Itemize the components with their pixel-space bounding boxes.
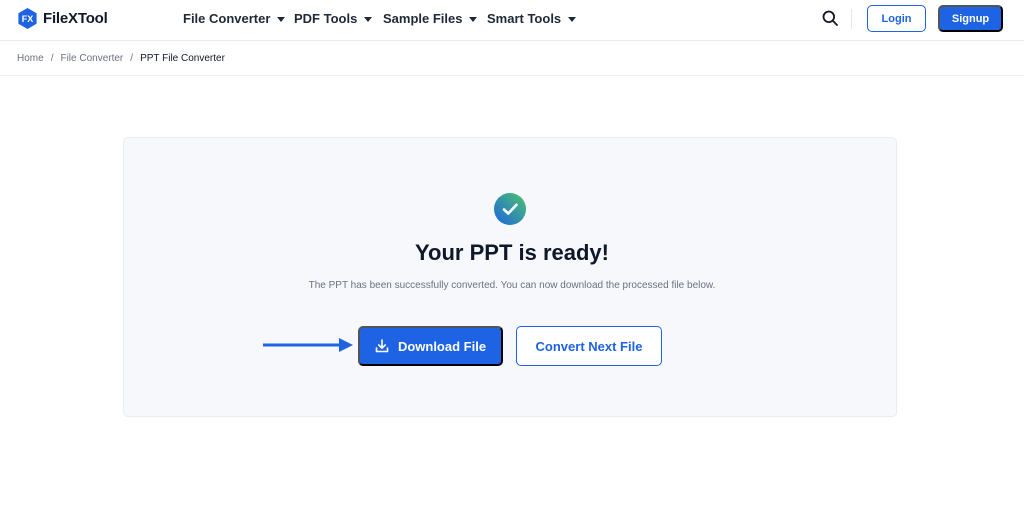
nav-label: File Converter: [183, 11, 271, 26]
breadcrumb-divider: [0, 75, 1024, 76]
nav-sample-files[interactable]: Sample Files: [383, 11, 478, 26]
logo[interactable]: FX FileXTool: [17, 8, 108, 29]
result-subtitle: The PPT has been successfully converted.…: [308, 280, 716, 291]
signup-button[interactable]: Signup: [938, 5, 1003, 32]
breadcrumb-separator: /: [50, 53, 54, 64]
login-button[interactable]: Login: [867, 5, 926, 32]
caret-down-icon: [364, 16, 373, 22]
breadcrumb-file-converter[interactable]: File Converter: [60, 53, 123, 64]
result-title: Your PPT is ready!: [415, 240, 609, 265]
caret-down-icon: [568, 16, 577, 22]
svg-text:FX: FX: [22, 14, 34, 24]
breadcrumb-current: PPT File Converter: [140, 53, 225, 64]
nav-label: Smart Tools: [487, 11, 562, 26]
download-file-button[interactable]: Download File: [358, 326, 503, 366]
caret-down-icon: [277, 16, 286, 22]
nav-pdf-tools[interactable]: PDF Tools: [294, 11, 373, 26]
nav-smart-tools[interactable]: Smart Tools: [487, 11, 577, 26]
download-icon: [375, 339, 389, 353]
breadcrumb-home[interactable]: Home: [17, 53, 44, 64]
result-card: [123, 137, 897, 417]
search-icon[interactable]: [822, 10, 838, 26]
nav-label: PDF Tools: [294, 11, 358, 26]
nav-file-converter[interactable]: File Converter: [183, 11, 286, 26]
nav-label: Sample Files: [383, 11, 463, 26]
site-header: FX FileXTool File Converter PDF Tools Sa…: [0, 0, 1024, 41]
arrow-right-icon: [263, 338, 353, 352]
convert-next-file-button[interactable]: Convert Next File: [516, 326, 662, 366]
breadcrumb: Home / File Converter / PPT File Convert…: [17, 53, 225, 64]
caret-down-icon: [469, 16, 478, 22]
logo-mark-icon: FX: [18, 8, 37, 29]
download-file-label: Download File: [397, 338, 487, 354]
check-circle-icon: [494, 193, 526, 225]
breadcrumb-separator: /: [130, 53, 134, 64]
logo-text: FileXTool: [43, 10, 108, 27]
header-divider: [851, 9, 852, 29]
